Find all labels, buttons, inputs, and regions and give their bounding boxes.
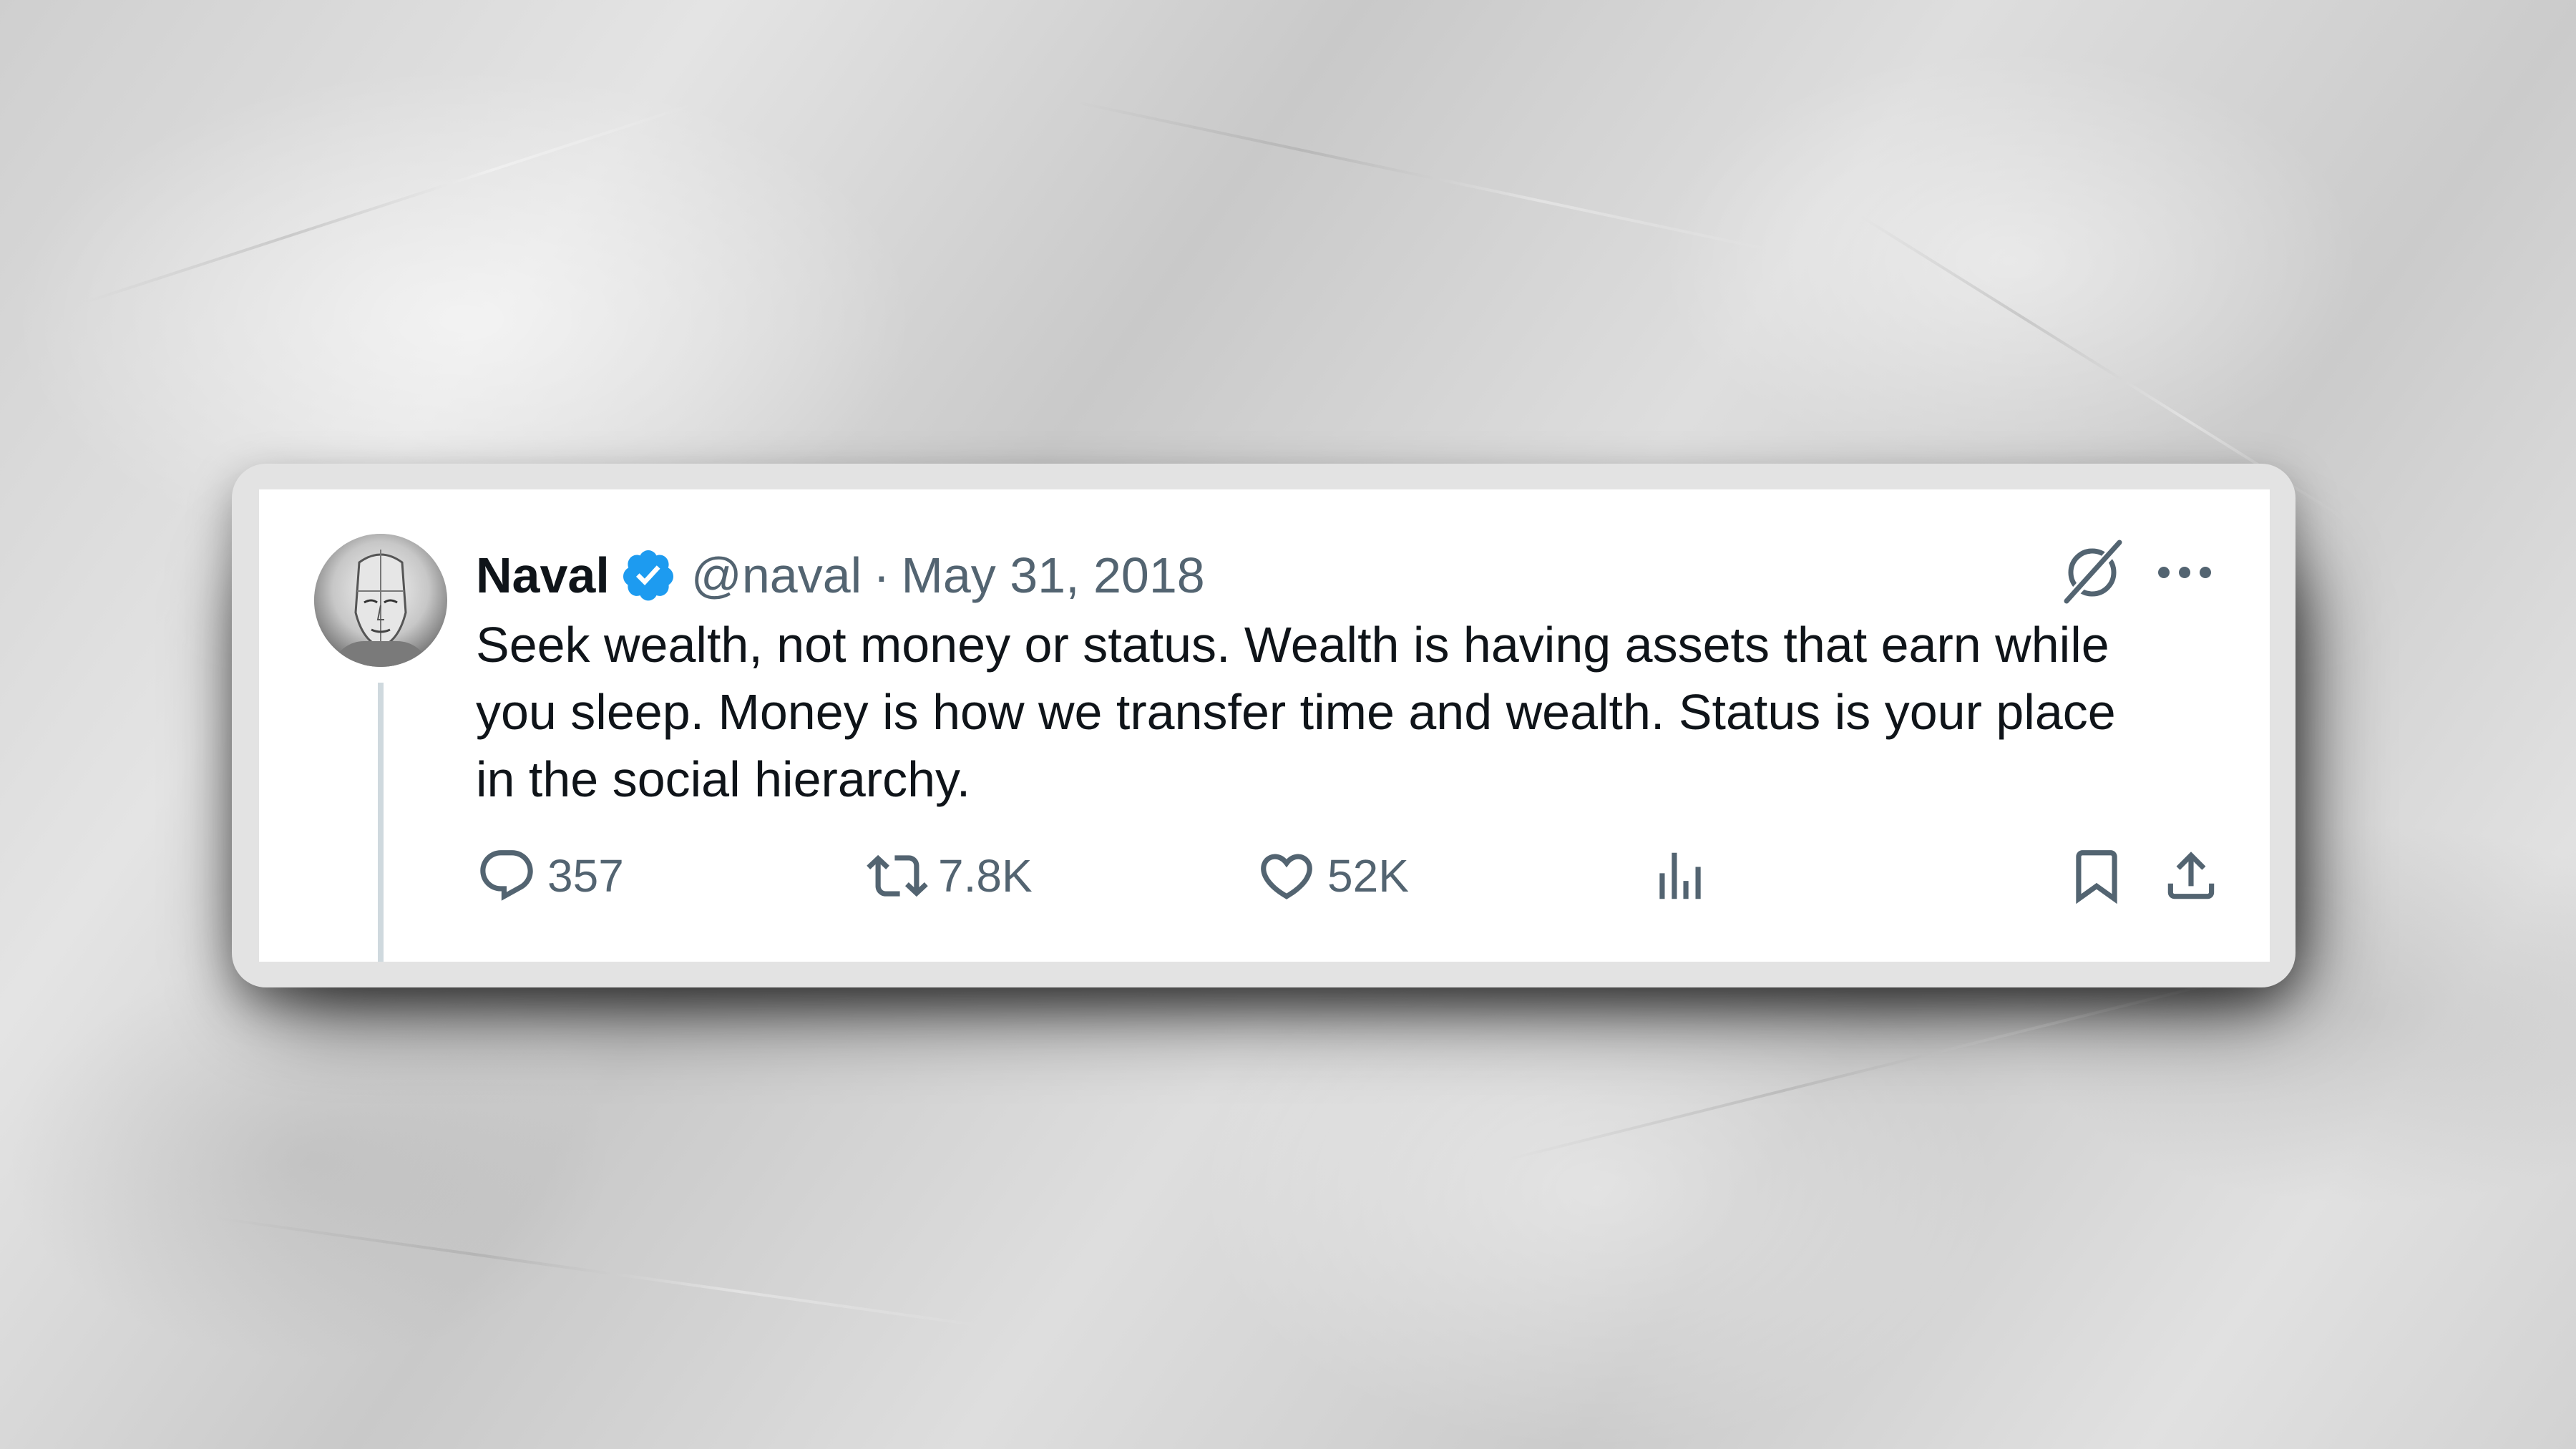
paper-crease (1073, 100, 1774, 252)
author-name[interactable]: Naval (476, 547, 610, 604)
avatar[interactable] (314, 534, 447, 667)
tweet-header: Naval @naval · May 31, 2018 (476, 540, 1205, 611)
reply-icon (480, 850, 533, 901)
author-handle[interactable]: @naval (691, 547, 862, 604)
verified-badge-icon[interactable] (620, 547, 677, 604)
bookmark-button[interactable] (2066, 840, 2127, 912)
tweet-date[interactable]: May 31, 2018 (902, 547, 1205, 604)
like-button[interactable]: 52K (1256, 840, 1409, 912)
retweet-count: 7.8K (938, 850, 1033, 902)
retweet-button[interactable]: 7.8K (867, 840, 1033, 912)
avatar-sketch-icon (314, 534, 447, 667)
bookmark-icon (2076, 850, 2117, 904)
like-count: 52K (1327, 850, 1409, 902)
retweet-icon (867, 854, 928, 897)
tweet-card[interactable]: Naval @naval · May 31, 2018 Seek wealth,… (259, 489, 2270, 962)
header-separator: · (873, 547, 890, 603)
more-icon[interactable] (2154, 544, 2215, 601)
grok-icon[interactable] (2057, 535, 2128, 607)
paper-crease (214, 1216, 995, 1330)
share-button[interactable] (2160, 840, 2222, 912)
share-icon (2167, 852, 2215, 899)
reply-button[interactable]: 357 (476, 840, 624, 912)
thread-line (378, 683, 384, 962)
views-chart-icon (1659, 852, 1701, 899)
reply-count: 357 (547, 850, 624, 902)
heart-icon (1261, 854, 1312, 899)
tweet-text: Seek wealth, not money or status. Wealth… (476, 617, 2116, 807)
tweet-actions: 357 7.8K 52K (476, 840, 2222, 912)
views-button[interactable] (1649, 840, 1711, 912)
paper-crease (85, 101, 699, 303)
